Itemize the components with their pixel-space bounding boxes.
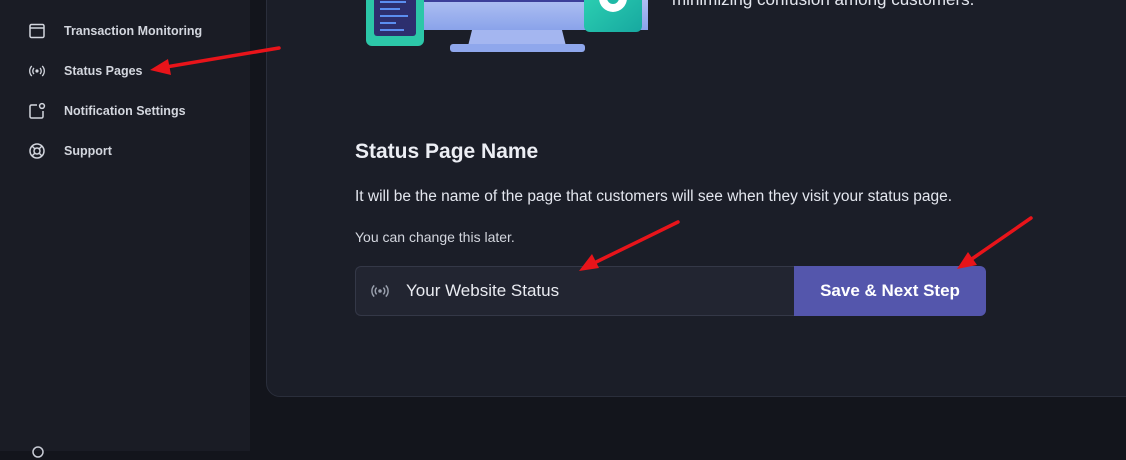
section-hint: You can change this later. [355,229,515,245]
section-description: It will be the name of the page that cus… [355,188,953,205]
sidebar-item-notification-settings[interactable]: Notification Settings [28,99,186,123]
sidebar-item-status-pages[interactable]: Status Pages [28,59,143,83]
sidebar-item-label: Status Pages [64,64,143,78]
broadcast-icon [371,284,389,298]
browser-window-icon [29,23,45,39]
settings-icon[interactable] [30,444,46,460]
sidebar-item-label: Support [64,144,112,158]
sidebar-item-label: Transaction Monitoring [64,24,203,38]
sidebar-item-support[interactable]: Support [28,139,112,163]
monitor-illustration [366,0,648,52]
broadcast-icon [29,65,45,77]
sidebar-item-transaction-monitoring[interactable]: Transaction Monitoring [28,19,202,43]
status-page-name-input[interactable] [404,280,796,302]
sidebar-item-label: Notification Settings [64,104,186,118]
intro-text: minimizing confusion among customers. [672,0,974,10]
notification-square-icon [29,102,46,119]
lifebuoy-icon [29,143,45,159]
sidebar: Transaction Monitoring Status Pages Noti… [0,0,250,458]
section-title: Status Page Name [355,140,539,163]
status-page-name-field [355,266,796,316]
save-next-step-button[interactable]: Save & Next Step [794,266,986,316]
